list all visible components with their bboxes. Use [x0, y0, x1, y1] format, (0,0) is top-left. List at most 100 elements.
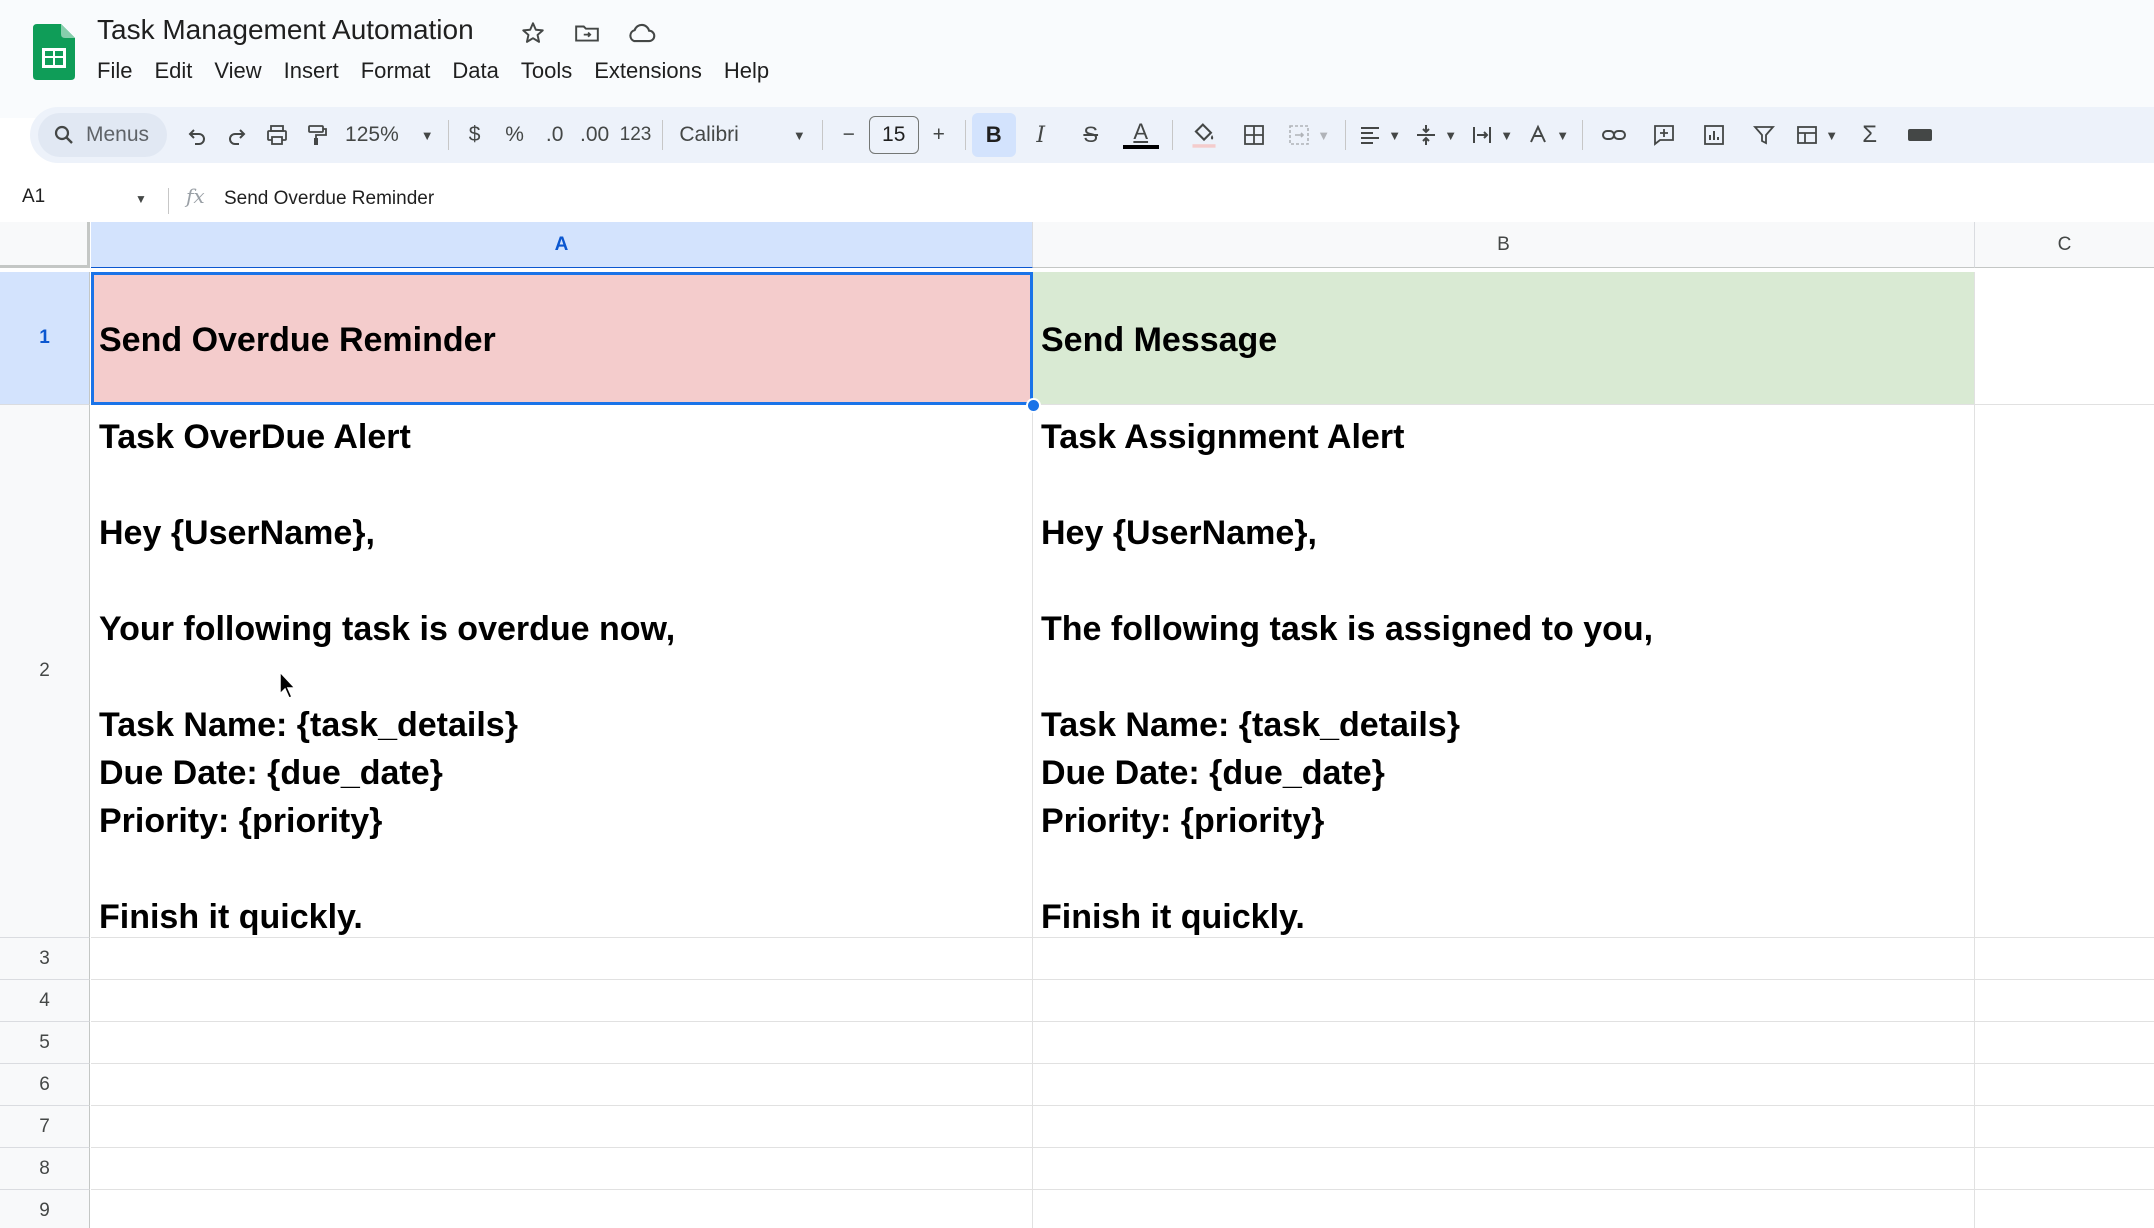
filter-views-button[interactable]: ▼ [1789, 113, 1845, 157]
increase-decimal-button[interactable]: .00 [575, 113, 615, 157]
row-header-3[interactable]: 3 [0, 938, 90, 980]
cell-a7[interactable] [91, 1106, 1033, 1148]
column-header-a[interactable]: A [91, 222, 1033, 268]
undo-button[interactable] [177, 113, 217, 157]
insert-comment-button[interactable] [1639, 113, 1689, 157]
row-header-7[interactable]: 7 [0, 1106, 90, 1148]
select-all-corner[interactable] [0, 222, 90, 268]
cell-c4[interactable] [1975, 980, 2154, 1022]
cell-b4[interactable] [1033, 980, 1975, 1022]
column-header-c[interactable]: C [1975, 222, 2154, 268]
text-wrapping-button[interactable]: ▼ [1464, 113, 1520, 157]
cloud-status-icon[interactable] [626, 18, 656, 48]
cell-a2-text: Task OverDue Alert Hey {UserName}, Your … [99, 418, 676, 936]
document-title[interactable]: Task Management Automation [97, 14, 474, 46]
chart-icon [1703, 125, 1724, 145]
text-rotation-button[interactable]: ▼ [1520, 113, 1576, 157]
decrease-decimal-button[interactable]: .0 [535, 113, 575, 157]
decrease-font-size-button[interactable]: − [829, 113, 869, 157]
cell-b3[interactable] [1033, 938, 1975, 980]
name-box-caret-icon[interactable]: ▼ [135, 192, 147, 206]
toolbar-divider [964, 120, 966, 150]
search-menus[interactable]: Menus [38, 113, 168, 157]
functions-button[interactable]: Σ [1845, 113, 1895, 157]
cell-a6[interactable] [91, 1064, 1033, 1106]
font-select[interactable]: Calibri ▼ [669, 113, 815, 157]
fill-handle[interactable] [1026, 398, 1041, 413]
menu-file[interactable]: File [97, 56, 143, 86]
cell-c5[interactable] [1975, 1022, 2154, 1064]
insert-link-button[interactable] [1589, 113, 1639, 157]
cell-c8[interactable] [1975, 1148, 2154, 1190]
row-header-1[interactable]: 1 [0, 272, 90, 405]
bold-button[interactable]: B [971, 113, 1016, 157]
paint-format-button[interactable] [297, 113, 337, 157]
more-formats-button[interactable]: 123 [615, 113, 657, 157]
formula-input[interactable]: Send Overdue Reminder [224, 188, 434, 210]
menu-help[interactable]: Help [713, 56, 780, 86]
font-size-input[interactable]: 15 [868, 116, 919, 154]
merge-cells-button[interactable]: ▼ [1279, 113, 1339, 157]
row-header-4[interactable]: 4 [0, 980, 90, 1022]
cell-c2[interactable] [1975, 405, 2154, 938]
cell-a4[interactable] [91, 980, 1033, 1022]
cell-b6[interactable] [1033, 1064, 1975, 1106]
name-box[interactable]: A1 [22, 186, 45, 208]
row-header-9[interactable]: 9 [0, 1190, 90, 1228]
menu-insert[interactable]: Insert [273, 56, 350, 86]
cell-a2[interactable]: Task OverDue Alert Hey {UserName}, Your … [91, 405, 1033, 938]
move-folder-icon[interactable] [572, 18, 602, 48]
text-wrap-icon [1473, 127, 1492, 143]
italic-button[interactable]: I [1016, 113, 1066, 157]
menu-tools[interactable]: Tools [510, 56, 583, 86]
cell-b7[interactable] [1033, 1106, 1975, 1148]
zoom-select[interactable]: 125% ▼ [337, 113, 442, 157]
cell-b2[interactable]: Task Assignment Alert Hey {UserName}, Th… [1033, 405, 1975, 938]
menu-data[interactable]: Data [441, 56, 509, 86]
cell-a1[interactable]: Send Overdue Reminder [91, 272, 1033, 405]
menu-bar: File Edit View Insert Format Data Tools … [97, 56, 780, 86]
filter-button[interactable] [1739, 113, 1789, 157]
table-view-icon [1797, 126, 1818, 144]
cell-a3[interactable] [91, 938, 1033, 980]
format-currency-button[interactable]: $ [455, 113, 495, 157]
bold-label: B [985, 122, 1002, 147]
cell-c9[interactable] [1975, 1190, 2154, 1228]
row-header-2[interactable]: 2 [0, 405, 90, 938]
cell-a9[interactable] [91, 1190, 1033, 1228]
strikethrough-button[interactable]: S [1066, 113, 1116, 157]
cell-c3[interactable] [1975, 938, 2154, 980]
sheets-logo-icon[interactable] [33, 24, 75, 80]
cell-a8[interactable] [91, 1148, 1033, 1190]
print-button[interactable] [257, 113, 297, 157]
cell-c1[interactable] [1975, 272, 2154, 405]
menu-format[interactable]: Format [350, 56, 442, 86]
increase-font-size-button[interactable]: + [919, 113, 959, 157]
menu-edit[interactable]: Edit [143, 56, 203, 86]
cell-c6[interactable] [1975, 1064, 2154, 1106]
format-percent-button[interactable]: % [495, 113, 535, 157]
cell-b1[interactable]: Send Message [1033, 272, 1975, 405]
cell-c7[interactable] [1975, 1106, 2154, 1148]
borders-button[interactable] [1229, 113, 1279, 157]
text-color-button[interactable]: A [1116, 113, 1166, 157]
horizontal-align-button[interactable]: ▼ [1352, 113, 1408, 157]
fill-color-button[interactable] [1179, 113, 1229, 157]
redo-button[interactable] [217, 113, 257, 157]
vertical-align-button[interactable]: ▼ [1408, 113, 1464, 157]
menu-view[interactable]: View [203, 56, 272, 86]
input-tools-button[interactable] [1895, 113, 1945, 157]
star-icon[interactable] [518, 18, 548, 48]
row-header-6[interactable]: 6 [0, 1064, 90, 1106]
row-header-8[interactable]: 8 [0, 1148, 90, 1190]
cell-a5[interactable] [91, 1022, 1033, 1064]
insert-chart-button[interactable] [1689, 113, 1739, 157]
keyboard-icon [1907, 129, 1932, 141]
spreadsheet-grid: A B C 1 2 3 4 5 6 7 8 9 Send Overdue Rem… [0, 222, 2154, 1228]
menu-extensions[interactable]: Extensions [583, 56, 713, 86]
cell-b5[interactable] [1033, 1022, 1975, 1064]
row-header-5[interactable]: 5 [0, 1022, 90, 1064]
cell-b9[interactable] [1033, 1190, 1975, 1228]
column-header-b[interactable]: B [1033, 222, 1975, 268]
cell-b8[interactable] [1033, 1148, 1975, 1190]
